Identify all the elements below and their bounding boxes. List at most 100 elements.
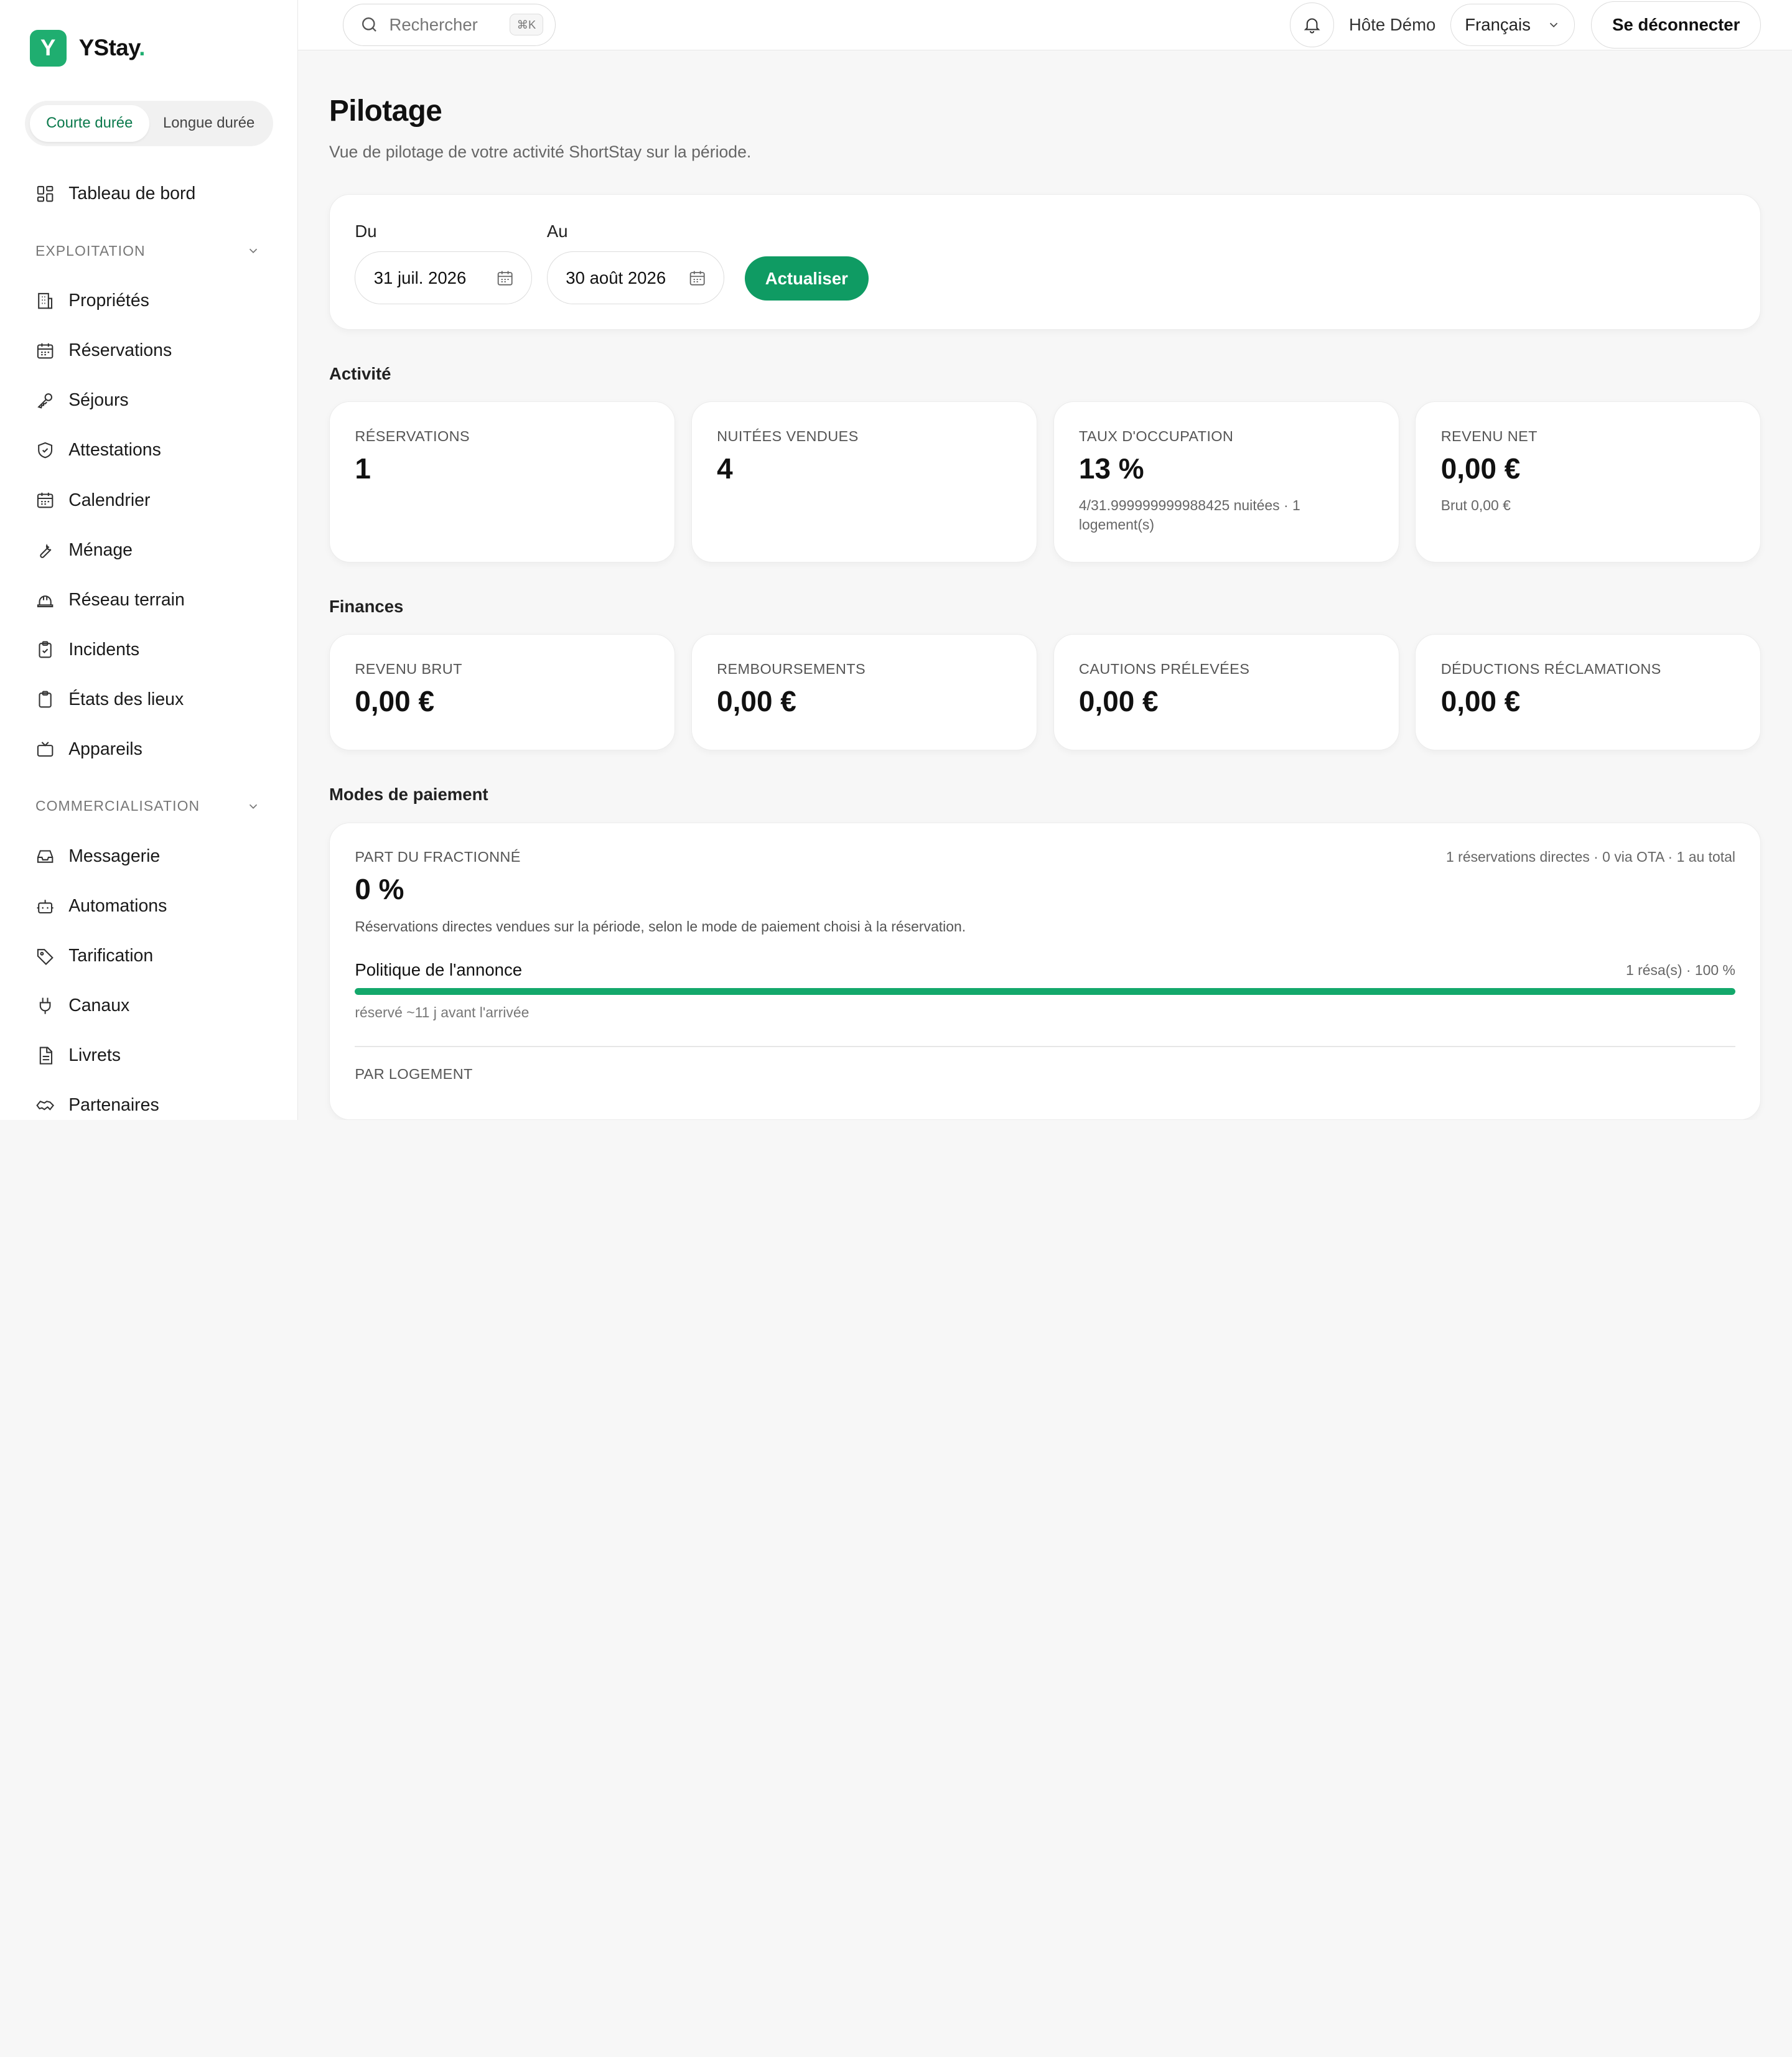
kpi-label: REMBOURSEMENTS <box>717 660 866 677</box>
sidebar-item-dashboard[interactable]: Tableau de bord <box>0 169 297 219</box>
split-block: PART DU FRACTIONNÉ 0 % <box>355 849 520 906</box>
kpi-value: 0,00 € <box>1440 684 1521 717</box>
section-header-exploitation[interactable]: EXPLOITATION <box>0 226 297 276</box>
section-title-activity: Activité <box>329 364 391 384</box>
sidebar-item-label: Messagerie <box>68 846 161 866</box>
policy-progress-bar <box>355 988 1735 996</box>
payment-meta: 1 réservations directes · 0 via OTA · 1 … <box>1446 848 1735 865</box>
sidebar-item-label: Réseau terrain <box>68 589 185 610</box>
kpi-card-net-revenue: REVENU NET 0,00 € Brut 0,00 € <box>1415 401 1762 562</box>
policy-stats: 1 résa(s) · 100 % <box>1626 961 1735 978</box>
chevron-down-icon <box>1550 22 1558 27</box>
main-area: Rechercher ⌘K Hôte Démo Français Se déco… <box>298 0 1792 1120</box>
payment-modes-card: PART DU FRACTIONNÉ 0 % 1 réservations di… <box>329 823 1762 1120</box>
building-icon <box>38 292 52 309</box>
sidebar: Y YStay. Courte durée Longue durée Table… <box>0 0 299 1120</box>
tag-icon <box>37 949 54 965</box>
dashboard-icon <box>37 186 54 202</box>
mode-short-stay-button[interactable]: Courte durée <box>29 105 149 142</box>
sidebar-item-inspections[interactable]: États des lieux <box>0 674 297 724</box>
search-placeholder: Rechercher <box>389 14 478 34</box>
logout-button[interactable]: Se déconnecter <box>1591 1 1762 49</box>
policy-progress-fill <box>355 988 1735 996</box>
sidebar-item-field-network[interactable]: Réseau terrain <box>0 575 297 625</box>
from-date-input[interactable]: 31 juil. 2026 <box>355 251 533 304</box>
brand[interactable]: Y YStay. <box>0 0 297 67</box>
to-label: Au <box>546 221 568 241</box>
payment-header: PART DU FRACTIONNÉ 0 % 1 réservations di… <box>355 849 1735 906</box>
sidebar-item-label: Ménage <box>68 539 133 560</box>
sidebar-item-cleaning[interactable]: Ménage <box>0 525 297 575</box>
sidebar-item-label: Attestations <box>68 440 161 460</box>
chevron-down-icon <box>249 804 257 809</box>
kpi-card-reservations: RÉSERVATIONS 1 <box>329 401 676 562</box>
kpi-value: 0,00 € <box>1440 452 1521 485</box>
sidebar-item-calendar[interactable]: Calendrier <box>0 475 297 525</box>
sidebar-item-label: Réservations <box>68 340 172 361</box>
divider <box>355 1046 1735 1048</box>
sidebar-item-label: Incidents <box>68 639 140 660</box>
shield-icon <box>38 442 52 459</box>
calendar-icon <box>37 493 54 508</box>
bell-icon <box>1304 18 1320 34</box>
kpi-value: 0,00 € <box>355 684 434 717</box>
sidebar-item-stays[interactable]: Séjours <box>0 376 297 426</box>
sidebar-item-partners[interactable]: Partenaires <box>0 1081 297 1120</box>
notifications-button[interactable] <box>1289 2 1335 47</box>
section-header-commercialisation[interactable]: COMMERCIALISATION <box>0 781 297 831</box>
by-lodging-label: PAR LOGEMENT <box>355 1065 473 1082</box>
calendar-icon <box>497 271 513 286</box>
sidebar-item-label: Livrets <box>68 1045 121 1066</box>
sidebar-item-label: Calendrier <box>68 490 151 510</box>
kpi-value: 13 % <box>1078 452 1144 485</box>
plug-icon <box>39 997 51 1014</box>
policy-subtext: réservé ~11 j avant l'arrivée <box>355 1004 530 1020</box>
sidebar-item-label: Tableau de bord <box>68 184 196 204</box>
file-icon <box>39 1047 52 1065</box>
bot-icon <box>37 899 54 913</box>
sidebar-item-automations[interactable]: Automations <box>0 881 297 931</box>
wrench-icon <box>40 543 52 558</box>
chevron-down-icon <box>249 248 257 254</box>
language-select[interactable]: Français <box>1450 3 1575 46</box>
sidebar-item-reservations[interactable]: Réservations <box>0 326 297 376</box>
sidebar-item-label: Automations <box>68 895 167 916</box>
to-field: Au 30 août 2026 <box>546 221 724 304</box>
brand-dot: . <box>139 35 145 61</box>
finances-kpi-row: REVENU BRUT 0,00 € REMBOURSEMENTS 0,00 €… <box>329 633 1762 750</box>
section-title: EXPLOITATION <box>35 242 146 259</box>
policy-row: Politique de l'annonce 1 résa(s) · 100 % <box>355 960 1735 980</box>
sidebar-item-channels[interactable]: Canaux <box>0 981 297 1031</box>
inbox-icon <box>37 850 54 863</box>
mode-long-stay-button[interactable]: Longue durée <box>149 105 269 142</box>
sidebar-item-attestations[interactable]: Attestations <box>0 426 297 475</box>
host-name: Hôte Démo <box>1349 14 1436 34</box>
from-label: Du <box>355 221 377 241</box>
sidebar-item-booklets[interactable]: Livrets <box>0 1031 297 1081</box>
to-date-input[interactable]: 30 août 2026 <box>546 251 724 304</box>
kpi-label: NUITÉES VENDUES <box>717 428 859 445</box>
kpi-card-claim-deductions: DÉDUCTIONS RÉCLAMATIONS 0,00 € <box>1415 633 1762 750</box>
brand-name-text: YStay <box>78 35 139 61</box>
section-title-finances: Finances <box>329 597 404 617</box>
kpi-label: CAUTIONS PRÉLEVÉES <box>1078 660 1250 677</box>
policy-name: Politique de l'annonce <box>355 960 523 980</box>
activity-kpi-row: RÉSERVATIONS 1 NUITÉES VENDUES 4 TAUX D'… <box>329 401 1762 562</box>
split-label: PART DU FRACTIONNÉ <box>355 848 521 865</box>
sidebar-item-devices[interactable]: Appareils <box>0 724 297 774</box>
kpi-card-gross-revenue: REVENU BRUT 0,00 € <box>329 633 676 750</box>
sidebar-item-incidents[interactable]: Incidents <box>0 625 297 674</box>
refresh-button[interactable]: Actualiser <box>744 256 869 301</box>
kpi-label: RÉSERVATIONS <box>355 428 470 445</box>
sidebar-item-label: Tarification <box>68 945 154 966</box>
kpi-label: DÉDUCTIONS RÉCLAMATIONS <box>1440 660 1661 677</box>
sidebar-item-messaging[interactable]: Messagerie <box>0 831 297 881</box>
sidebar-item-pricing[interactable]: Tarification <box>0 931 297 981</box>
calendar-icon <box>689 271 705 286</box>
section-title: COMMERCIALISATION <box>35 798 200 814</box>
tv-icon <box>37 741 54 757</box>
kpi-label: REVENU NET <box>1440 428 1538 445</box>
search-input[interactable]: Rechercher ⌘K <box>343 3 556 46</box>
kpi-sub: 4/31.999999999988425 nuitées · 1 logemen… <box>1078 497 1300 533</box>
sidebar-item-properties[interactable]: Propriétés <box>0 276 297 326</box>
